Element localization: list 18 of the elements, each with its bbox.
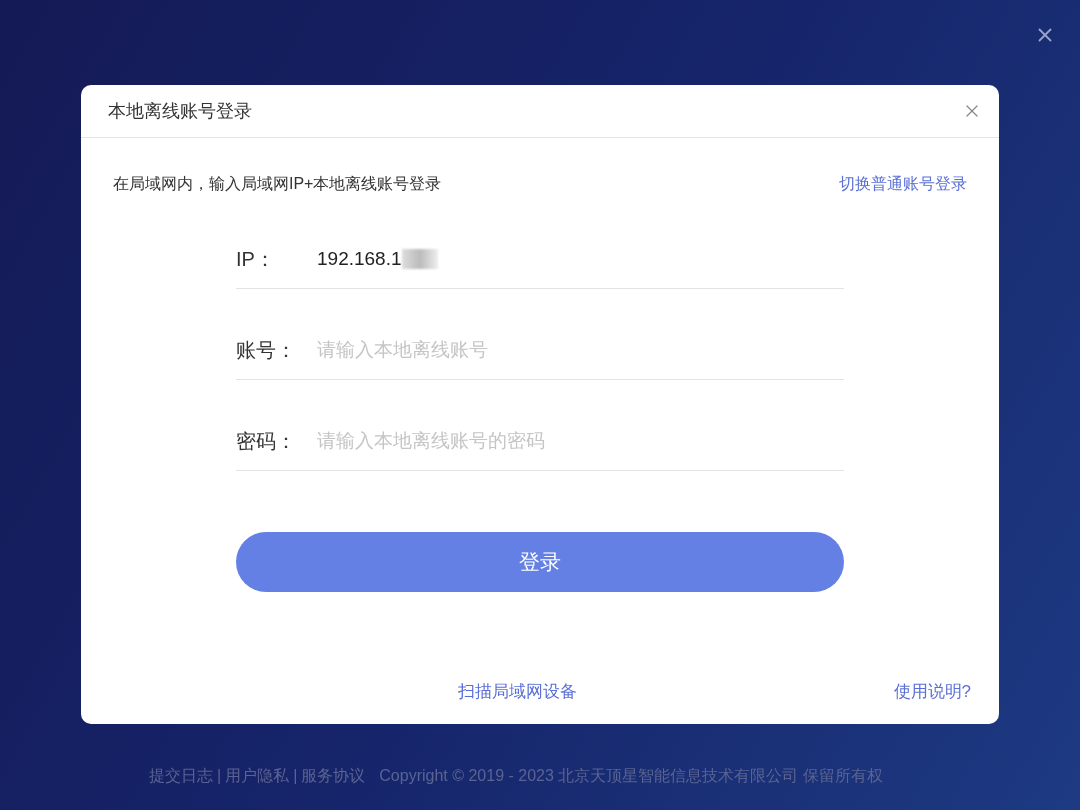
login-button[interactable]: 登录 bbox=[236, 532, 844, 592]
switch-account-link[interactable]: 切换普通账号登录 bbox=[839, 172, 967, 196]
field-label: 密码： bbox=[236, 429, 297, 454]
footer-link[interactable]: 提交日志 bbox=[149, 764, 213, 788]
hint-text: 在局域网内，输入局域网IP+本地离线账号登录 bbox=[113, 174, 442, 194]
footer-link[interactable]: 服务协议 bbox=[301, 764, 366, 788]
field-label: IP： bbox=[236, 247, 276, 272]
separator: | bbox=[293, 766, 298, 786]
scan-devices-link[interactable]: 扫描局域网设备 bbox=[457, 678, 577, 704]
copyright-text: Copyright © 2019 - 2023 北京天顶星智能信息技术有限公司 保留所有权 bbox=[379, 766, 883, 786]
dialog-title: 本地离线账号登录 bbox=[108, 99, 252, 123]
input-field[interactable]: 请输入本地离线账号的密码 bbox=[317, 426, 844, 456]
help-link[interactable]: 使用说明? bbox=[893, 678, 971, 704]
footer-link[interactable]: 用户隐私 bbox=[225, 764, 290, 788]
separator: | bbox=[217, 766, 222, 786]
input-field[interactable]: 请输入本地离线账号 bbox=[317, 335, 844, 365]
field-label: 账号： bbox=[236, 338, 297, 363]
input-value[interactable]: 192.168.1 bbox=[317, 244, 402, 274]
